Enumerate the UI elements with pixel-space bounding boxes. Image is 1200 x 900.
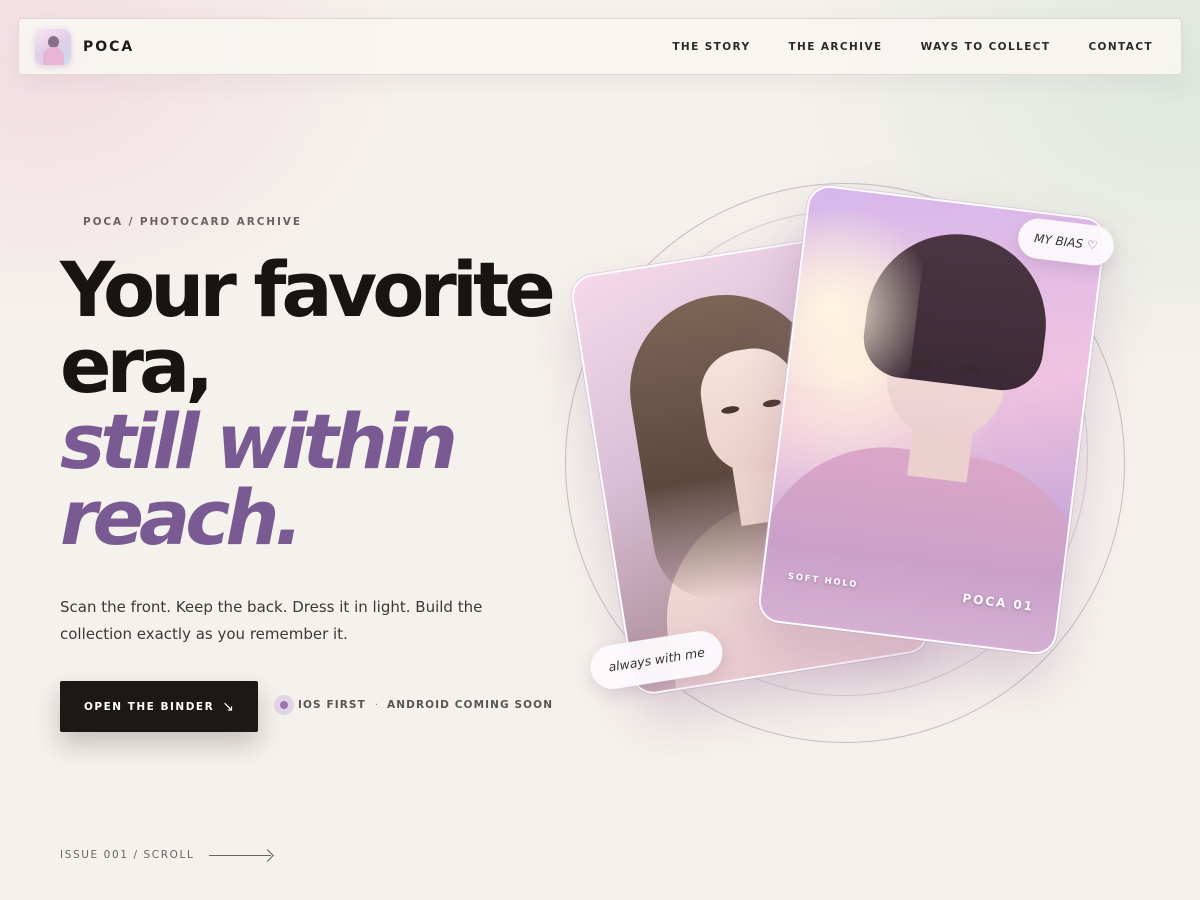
- open-binder-label: OPEN THE BINDER: [84, 700, 215, 713]
- platform-ios-label: IOS FIRST: [298, 699, 366, 711]
- logo-icon[interactable]: [35, 29, 71, 65]
- hero-eyebrow: POCA / PHOTOCARD ARCHIVE: [83, 216, 302, 228]
- headline-accent-line-1: still within: [60, 397, 458, 486]
- my-bias-label: MY BIAS: [1033, 231, 1084, 252]
- hero-description: Scan the front. Keep the back. Dress it …: [60, 598, 483, 643]
- hero-headline: Your favorite era, still within reach.: [60, 252, 580, 556]
- headline-accent-line-2: reach.: [60, 473, 303, 562]
- status-dot-icon: [274, 695, 294, 715]
- nav-link-contact[interactable]: CONTACT: [1088, 41, 1153, 53]
- headline-line-1: Your favorite: [60, 245, 556, 334]
- issue-scroll-label[interactable]: ISSUE 001 / SCROLL: [60, 849, 194, 861]
- scroll-arrow-head-icon: [261, 849, 274, 862]
- heart-icon: ♡: [1086, 237, 1099, 253]
- top-nav: POCA THE STORY THE ARCHIVE WAYS TO COLLE…: [18, 18, 1182, 75]
- platform-separator: ·: [374, 699, 379, 711]
- nav-link-ways-to-collect[interactable]: WAYS TO COLLECT: [921, 41, 1051, 53]
- platform-availability: IOS FIRST · ANDROID COMING SOON: [274, 695, 553, 715]
- arrow-down-right-icon: ↘: [222, 698, 234, 714]
- nav-link-the-archive[interactable]: THE ARCHIVE: [788, 41, 882, 53]
- nav-link-the-story[interactable]: THE STORY: [672, 41, 750, 53]
- photocard-stack: SOFT HOLO POCA 01 MY BIAS ♡ always with m…: [560, 170, 1160, 770]
- headline-line-2: era,: [60, 321, 214, 410]
- brand-name[interactable]: POCA: [83, 39, 134, 55]
- platform-android-label: ANDROID COMING SOON: [387, 699, 554, 711]
- nav-links: THE STORY THE ARCHIVE WAYS TO COLLECT CO…: [672, 41, 1153, 53]
- open-binder-button[interactable]: OPEN THE BINDER ↘: [60, 681, 258, 732]
